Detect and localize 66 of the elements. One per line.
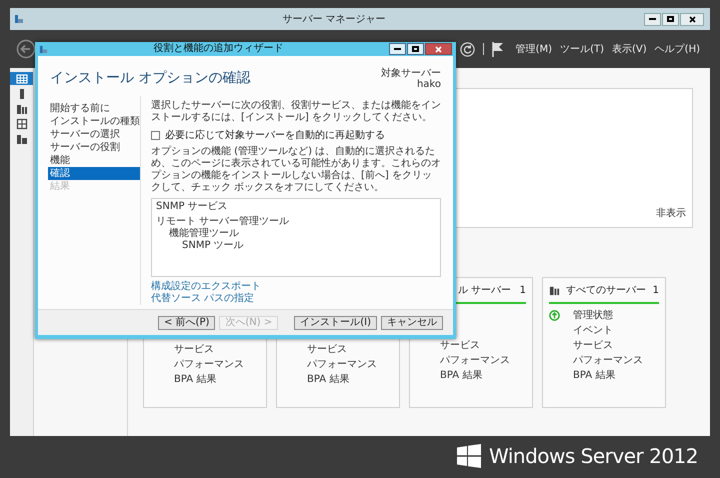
- minimize-button[interactable]: [644, 12, 661, 26]
- wizard-step[interactable]: 機能: [48, 154, 140, 167]
- close-icon: [435, 46, 442, 52]
- tile-link[interactable]: パフォーマンス: [440, 353, 510, 368]
- dialog-title: 役割と機能の追加ウィザード: [152, 44, 284, 54]
- tile-link[interactable]: パフォーマンス: [307, 357, 377, 372]
- dashboard-icon[interactable]: [10, 72, 33, 85]
- wizard-button[interactable]: インストール(I): [294, 316, 377, 330]
- tile-link[interactable]: BPA 結果: [440, 368, 482, 383]
- tile-link[interactable]: サービス: [174, 342, 214, 357]
- wizard-button[interactable]: キャンセル: [381, 316, 443, 330]
- tile-link[interactable]: BPA 結果: [573, 368, 616, 383]
- link[interactable]: 代替ソース パスの指定: [151, 293, 254, 305]
- close-button[interactable]: [425, 43, 452, 55]
- wizard-step: 結果: [48, 180, 140, 193]
- target-server-label: 対象サーバー: [381, 68, 441, 79]
- app-icon: [14, 14, 24, 24]
- maximize-button[interactable]: [662, 12, 679, 26]
- wizard-step[interactable]: 確認: [48, 167, 140, 180]
- minimize-button[interactable]: [389, 43, 406, 55]
- selection-item: リモート サーバー管理ツール: [156, 216, 290, 228]
- menu-item[interactable]: ツール(T): [560, 42, 604, 56]
- product-name: Windows Server 2012: [489, 443, 698, 470]
- menu-item[interactable]: 表示(V): [612, 42, 647, 56]
- tile-link[interactable]: パフォーマンス: [174, 357, 244, 372]
- selection-item: 機能管理ツール: [168, 228, 240, 240]
- app-icon: [39, 44, 48, 54]
- selection-item: SNMP サービス: [156, 201, 229, 213]
- wizard-step[interactable]: インストールの種類: [48, 115, 140, 128]
- back-icon[interactable]: [16, 39, 36, 59]
- tile-link[interactable]: サービス: [440, 338, 480, 353]
- servers-icon: [549, 284, 560, 296]
- tile-link[interactable]: BPA 結果: [307, 372, 350, 387]
- wizard-step[interactable]: 開始する前に: [48, 102, 140, 115]
- status-ok-icon: [549, 310, 561, 321]
- close-button[interactable]: [680, 12, 704, 26]
- instruction-text: 選択したサーバーに次の役割、役割サービス、または機能をインストールするには、[インストール] をクリックしてください。: [151, 100, 441, 124]
- maximize-button[interactable]: [407, 43, 424, 55]
- selection-item: SNMP ツール: [181, 240, 245, 252]
- checkbox-label: 必要に応じて対象サーバーを自動的に再起動する: [165, 128, 385, 143]
- link[interactable]: 構成設定のエクスポート: [151, 281, 261, 293]
- tile-link[interactable]: パフォーマンス: [573, 353, 643, 368]
- tile-title[interactable]: すべてのサーバー: [566, 282, 653, 298]
- wizard-button[interactable]: < 前へ(P): [158, 316, 216, 330]
- tile-link[interactable]: BPA 結果: [174, 372, 216, 387]
- tile-link[interactable]: サービス: [307, 342, 347, 357]
- tile-title[interactable]: ル サーバー: [458, 282, 520, 298]
- tile-count: 1: [652, 284, 659, 298]
- wizard-step[interactable]: サーバーの役割: [48, 141, 140, 154]
- flag-icon[interactable]: [492, 42, 504, 56]
- checkbox[interactable]: [151, 131, 160, 140]
- tile-count: 1: [520, 284, 526, 298]
- tile-link[interactable]: サービス: [573, 338, 613, 353]
- refresh-icon[interactable]: [460, 42, 475, 56]
- menu-item[interactable]: ヘルプ(H): [654, 42, 700, 56]
- tile-link[interactable]: 管理状態: [573, 308, 613, 323]
- hide-link[interactable]: 非表示: [656, 206, 686, 221]
- window-title: サーバー マネージャー: [281, 12, 387, 26]
- page-heading: インストール オプションの確認: [50, 69, 250, 88]
- tile-link[interactable]: イベント: [573, 323, 613, 338]
- target-server-name: hako: [416, 79, 441, 90]
- windows-logo-icon: [457, 444, 482, 468]
- menu-item[interactable]: 管理(M): [516, 42, 552, 56]
- wizard-step[interactable]: サーバーの選択: [48, 128, 140, 141]
- note-text: オプションの機能 (管理ツールなど) は、自動的に選択されるため、このページに表示されている可能性があります。これらのオプションの機能をインストールしない場合は、[前へ] をクリックして、チェック ボックスをオフにしてください。: [151, 146, 441, 194]
- close-icon: [688, 16, 696, 22]
